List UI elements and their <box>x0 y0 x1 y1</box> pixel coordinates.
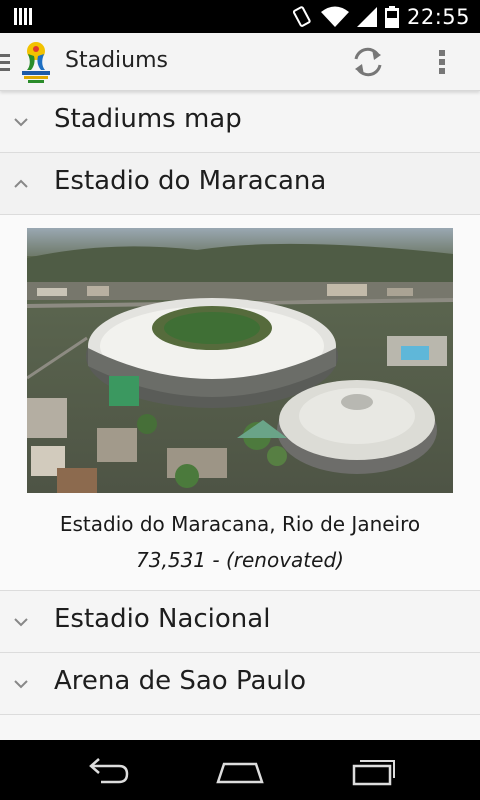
list-item-arena-de-sao-paulo[interactable]: Arena de Sao Paulo <box>0 653 480 715</box>
stadium-detail: Estadio do Maracana, Rio de Janeiro 73,5… <box>0 215 480 591</box>
overflow-menu-icon[interactable] <box>430 45 454 79</box>
clock: 22:55 <box>406 4 470 29</box>
notification-icon <box>14 8 32 25</box>
chevron-down-icon <box>14 618 28 627</box>
battery-icon <box>384 5 399 28</box>
vibrate-icon <box>292 5 311 27</box>
chevron-up-icon <box>14 179 28 188</box>
list-item-estadio-nacional[interactable]: Estadio Nacional <box>0 591 480 653</box>
action-bar: Stadiums <box>0 33 480 91</box>
stadium-capacity: 73,531 - (renovated) <box>136 548 344 572</box>
list-item-label: Estadio do Maracana <box>54 166 327 196</box>
back-icon[interactable] <box>83 756 131 786</box>
stadium-caption: Estadio do Maracana, Rio de Janeiro <box>59 512 421 536</box>
status-bar: 22:55 <box>0 0 480 33</box>
navigation-bar <box>0 740 480 800</box>
stadium-photo <box>27 228 453 493</box>
stadium-list: Stadiums map Estadio do Maracana Estadio… <box>0 91 480 740</box>
page-title: Stadiums <box>65 48 168 73</box>
drawer-indicator-icon[interactable] <box>0 52 12 72</box>
signal-icon <box>356 6 377 27</box>
fifa-world-cup-logo[interactable] <box>20 40 52 84</box>
list-item-label: Arena de Sao Paulo <box>54 666 307 696</box>
list-item-label: Stadiums map <box>54 104 242 134</box>
list-item-stadiums-map[interactable]: Stadiums map <box>0 91 480 153</box>
chevron-down-icon <box>14 118 28 127</box>
list-item-label: Estadio Nacional <box>54 604 271 634</box>
chevron-down-icon <box>14 680 28 689</box>
list-item-estadio-do-maracana[interactable]: Estadio do Maracana <box>0 153 480 215</box>
recent-apps-icon[interactable] <box>350 756 398 786</box>
home-icon[interactable] <box>214 756 266 786</box>
refresh-icon[interactable] <box>350 45 386 79</box>
wifi-icon <box>320 6 349 27</box>
